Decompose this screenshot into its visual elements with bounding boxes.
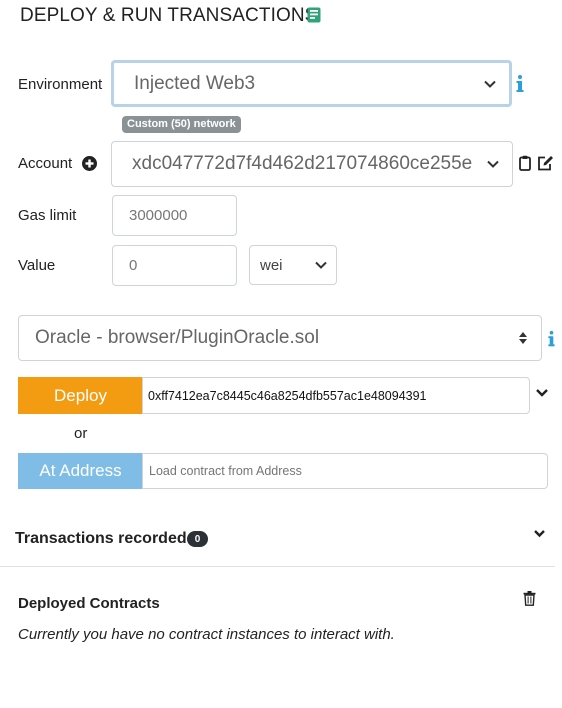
clipboard-icon[interactable]	[519, 155, 531, 171]
edit-icon[interactable]	[537, 155, 554, 171]
value-label: Value	[18, 257, 56, 274]
gas-limit-input[interactable]: 3000000	[112, 195, 237, 236]
deploy-args-input[interactable]: 0xff7412ea7c8445c46a8254dfb557ac1e480943…	[142, 377, 530, 414]
chevron-down-icon	[484, 80, 496, 88]
account-value: xdc047772d7f4d462d217074860ce255e	[132, 153, 473, 174]
at-address-button[interactable]: At Address	[18, 453, 143, 489]
book-icon[interactable]	[307, 7, 321, 23]
empty-instances-message: Currently you have no contract instances…	[18, 626, 395, 643]
environment-select[interactable]: Injected Web3	[111, 60, 512, 107]
network-badge: Custom (50) network	[122, 116, 241, 133]
transactions-label[interactable]: Transactions recorded:	[15, 530, 192, 548]
gas-limit-label: Gas limit	[18, 207, 77, 224]
sort-arrows-icon	[519, 332, 527, 344]
or-separator: or	[74, 425, 88, 442]
at-address-input[interactable]	[142, 453, 548, 489]
plus-circle-icon[interactable]	[82, 156, 97, 171]
chevron-down-icon[interactable]	[535, 387, 549, 399]
chevron-down-icon	[315, 261, 327, 269]
chevron-down-icon	[487, 160, 499, 168]
info-icon[interactable]	[547, 329, 556, 349]
environment-value: Injected Web3	[134, 72, 256, 94]
transactions-count-badge: 0	[187, 531, 208, 547]
page-title: DEPLOY & RUN TRANSACTIONS	[20, 5, 318, 26]
contract-value: Oracle - browser/PluginOracle.sol	[35, 327, 320, 348]
unit-value: wei	[260, 256, 283, 274]
trash-icon[interactable]	[523, 591, 536, 606]
deploy-button[interactable]: Deploy	[18, 377, 143, 414]
contract-select[interactable]: Oracle - browser/PluginOracle.sol	[18, 315, 542, 361]
account-label: Account	[18, 155, 73, 172]
chevron-down-icon[interactable]	[533, 528, 546, 539]
account-select[interactable]: xdc047772d7f4d462d217074860ce255e	[111, 141, 513, 187]
unit-select[interactable]: wei	[249, 245, 337, 285]
info-icon[interactable]	[515, 74, 525, 94]
deployed-contracts-title: Deployed Contracts	[18, 595, 160, 612]
environment-label: Environment	[18, 76, 103, 93]
value-input[interactable]: 0	[112, 245, 237, 286]
section-divider	[0, 566, 555, 567]
